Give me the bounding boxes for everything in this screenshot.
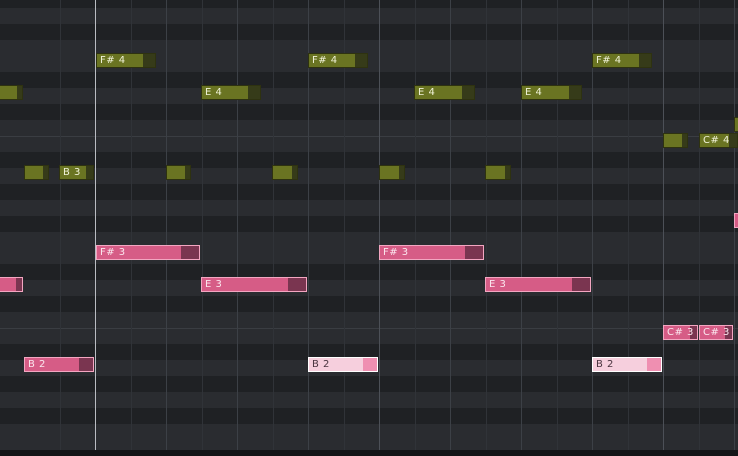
note-label: B 2 xyxy=(28,359,46,370)
note-resize-handle[interactable] xyxy=(639,54,651,67)
note-resize-handle[interactable] xyxy=(288,278,306,291)
note-label: E 4 xyxy=(418,87,436,98)
beat-line xyxy=(60,0,61,450)
note-label: F# 4 xyxy=(100,55,126,66)
beat-line xyxy=(486,0,487,450)
note-block[interactable]: B 2 xyxy=(308,357,378,372)
beat-line xyxy=(202,0,203,450)
note-block[interactable]: E 3 xyxy=(485,277,591,292)
note-block[interactable]: E 4 xyxy=(414,85,475,100)
beat-line xyxy=(450,0,451,450)
note-label: C# 4 xyxy=(703,135,730,146)
note-block[interactable] xyxy=(0,277,23,292)
playhead-line[interactable] xyxy=(95,0,96,450)
note-block[interactable]: C# 3 xyxy=(663,325,698,340)
note-resize-handle[interactable] xyxy=(647,358,661,371)
note-resize-handle[interactable] xyxy=(143,54,155,67)
note-resize-handle[interactable] xyxy=(355,54,367,67)
note-block[interactable]: E 4 xyxy=(521,85,582,100)
note-resize-handle[interactable] xyxy=(86,166,93,179)
note-block[interactable]: C# 4 xyxy=(699,133,738,148)
note-block[interactable] xyxy=(166,165,191,180)
note-block[interactable]: B 3 xyxy=(59,165,94,180)
note-block[interactable]: F# 4 xyxy=(592,53,652,68)
note-label: F# 4 xyxy=(312,55,338,66)
note-block[interactable] xyxy=(734,213,738,228)
note-resize-handle[interactable] xyxy=(569,86,581,99)
note-block[interactable] xyxy=(272,165,298,180)
note-label: E 3 xyxy=(489,279,507,290)
note-resize-handle[interactable] xyxy=(462,86,474,99)
note-resize-handle[interactable] xyxy=(292,166,297,179)
note-resize-handle[interactable] xyxy=(505,166,510,179)
note-resize-handle[interactable] xyxy=(729,134,737,147)
note-block[interactable]: F# 4 xyxy=(96,53,156,68)
beat-line xyxy=(415,0,416,450)
beat-line xyxy=(237,0,238,450)
note-label: E 4 xyxy=(525,87,543,98)
beat-line xyxy=(166,0,167,450)
bar-line xyxy=(663,0,664,450)
note-label: F# 3 xyxy=(100,247,126,258)
note-resize-handle[interactable] xyxy=(16,278,22,291)
note-label: B 2 xyxy=(312,359,330,370)
note-resize-handle[interactable] xyxy=(248,86,260,99)
note-block[interactable] xyxy=(663,133,688,148)
note-label: E 4 xyxy=(205,87,223,98)
note-resize-handle[interactable] xyxy=(43,166,48,179)
note-block[interactable]: F# 3 xyxy=(379,245,484,260)
piano-roll-grid[interactable]: F# 4 F# 4 F# 4 E 4 E 4 E 4 C# 4 B 3 F# 3 F# 3 E 3 E… xyxy=(0,0,738,456)
note-label: F# 3 xyxy=(383,247,409,258)
note-block[interactable]: C# 3 xyxy=(699,325,733,340)
note-resize-handle[interactable] xyxy=(185,166,190,179)
note-block[interactable]: E 4 xyxy=(201,85,261,100)
note-label: B 2 xyxy=(596,359,614,370)
note-resize-handle[interactable] xyxy=(399,166,404,179)
beat-line xyxy=(557,0,558,450)
note-label: E 3 xyxy=(205,279,223,290)
bar-line xyxy=(379,0,380,450)
note-label: F# 4 xyxy=(596,55,622,66)
note-block[interactable] xyxy=(485,165,511,180)
note-resize-handle[interactable] xyxy=(17,86,22,99)
note-label: B 3 xyxy=(63,167,81,178)
beat-line xyxy=(273,0,274,450)
note-block[interactable] xyxy=(24,165,49,180)
note-resize-handle[interactable] xyxy=(572,278,590,291)
status-bar xyxy=(0,450,738,456)
beat-line xyxy=(521,0,522,450)
note-block[interactable] xyxy=(0,85,23,100)
note-resize-handle[interactable] xyxy=(682,134,687,147)
note-label: C# 3 xyxy=(667,327,694,338)
note-label: C# 3 xyxy=(703,327,730,338)
note-block[interactable] xyxy=(379,165,405,180)
beat-line xyxy=(699,0,700,450)
note-resize-handle[interactable] xyxy=(79,358,93,371)
note-block[interactable]: E 3 xyxy=(201,277,307,292)
note-block[interactable] xyxy=(734,117,738,132)
note-block[interactable]: F# 4 xyxy=(308,53,368,68)
note-block[interactable]: F# 3 xyxy=(96,245,200,260)
note-resize-handle[interactable] xyxy=(465,246,483,259)
note-block[interactable]: B 2 xyxy=(24,357,94,372)
note-resize-handle[interactable] xyxy=(181,246,199,259)
note-block[interactable]: B 2 xyxy=(592,357,662,372)
note-resize-handle[interactable] xyxy=(363,358,377,371)
